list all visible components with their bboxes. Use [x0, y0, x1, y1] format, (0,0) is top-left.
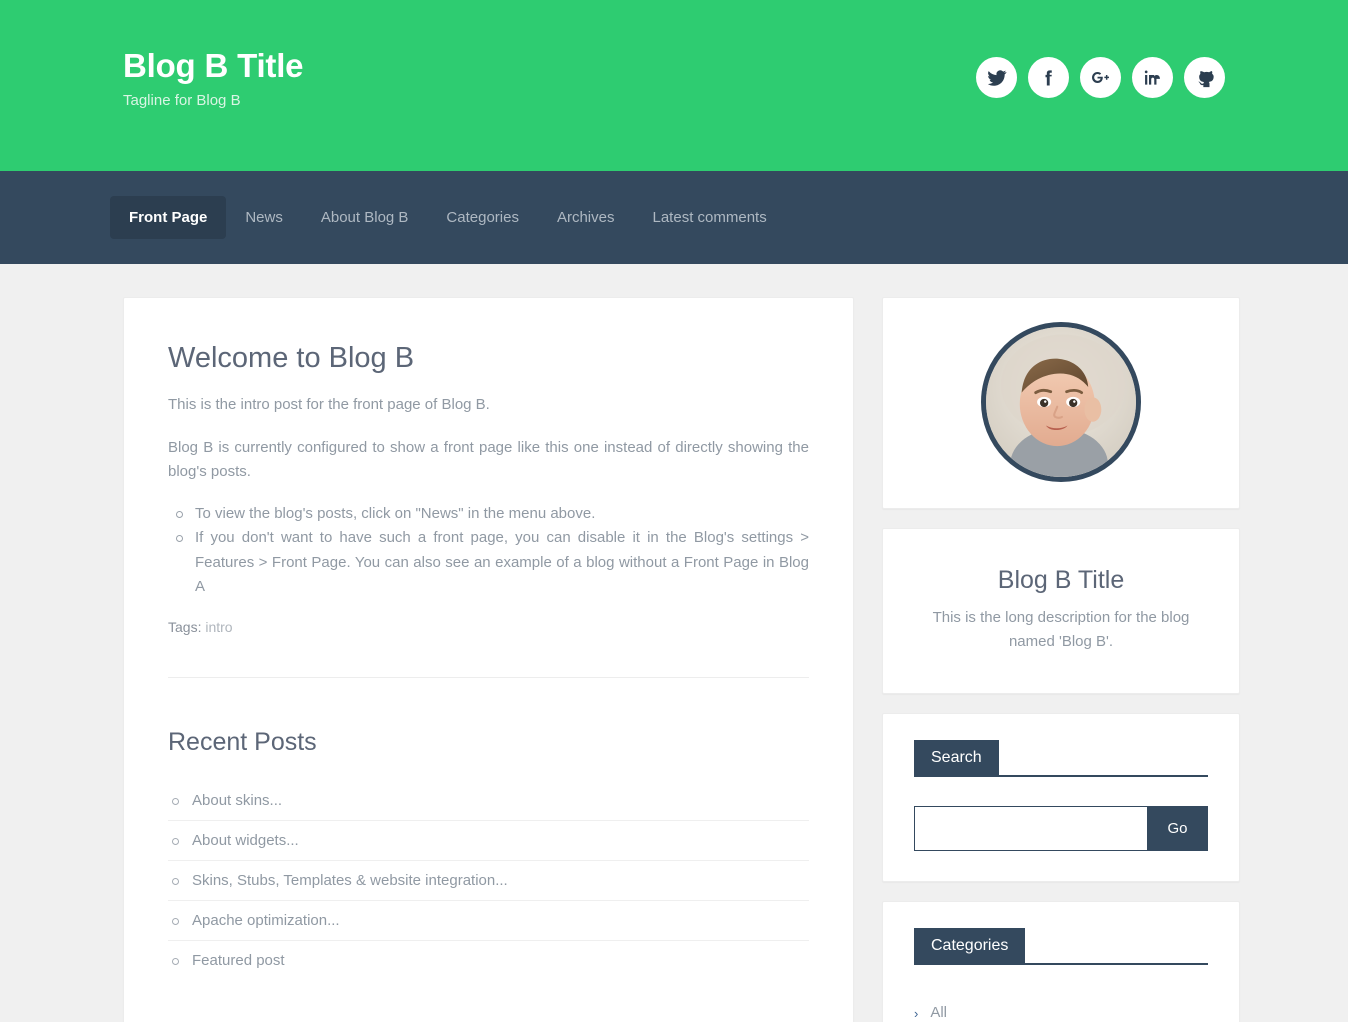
site-header: Blog B Title Tagline for Blog B	[0, 0, 1348, 171]
nav-link-latest-comments[interactable]: Latest comments	[634, 196, 786, 239]
tag-link-intro[interactable]: intro	[205, 619, 232, 635]
list-item[interactable]: › All	[914, 994, 1208, 1022]
list-item[interactable]: Apache optimization...	[168, 901, 809, 942]
post-bullet-list: To view the blog's posts, click on "News…	[168, 502, 809, 599]
search-submit-button[interactable]: Go	[1147, 806, 1208, 852]
site-title: Blog B Title	[123, 47, 304, 84]
nav-item-latest-comments[interactable]: Latest comments	[634, 196, 786, 239]
categories-widget-body: Categories › All	[883, 902, 1239, 1022]
facebook-icon	[1039, 68, 1059, 88]
content-card: Welcome to Blog B This is the intro post…	[123, 297, 854, 1022]
nav-list: Front Page News About Blog B Categories …	[110, 196, 786, 239]
nav-link-categories[interactable]: Categories	[427, 196, 538, 239]
categories-list: › All	[914, 994, 1208, 1022]
post-title: Welcome to Blog B	[168, 342, 415, 374]
recent-post-link[interactable]: Featured post	[192, 952, 285, 969]
linkedin-link[interactable]	[1132, 57, 1173, 98]
nav-link-about-blog-b[interactable]: About Blog B	[302, 196, 428, 239]
recent-posts-title: Recent Posts	[168, 728, 317, 757]
post-bullet-item: To view the blog's posts, click on "News…	[168, 502, 809, 526]
widget-title-rule	[998, 775, 1208, 778]
nav-link-archives[interactable]: Archives	[538, 196, 634, 239]
social-item-twitter	[976, 57, 1017, 98]
nav-item-about-blog-b[interactable]: About Blog B	[302, 196, 428, 239]
post-tags-label: Tags:	[168, 619, 202, 636]
post-tags: Tags: intro	[168, 619, 809, 635]
about-widget: Blog B Title This is the long descriptio…	[882, 528, 1240, 695]
about-title: Blog B Title	[997, 566, 1125, 594]
widget-title-rule	[1025, 963, 1208, 966]
search-widget-title: Search	[914, 740, 999, 778]
search-input[interactable]	[914, 806, 1147, 852]
list-item[interactable]: Featured post	[168, 941, 809, 980]
avatar-photo	[986, 327, 1136, 477]
github-link[interactable]	[1184, 57, 1225, 98]
list-item[interactable]: About skins...	[168, 781, 809, 822]
header-inner: Blog B Title Tagline for Blog B	[0, 0, 1348, 171]
social-item-linkedin	[1132, 57, 1173, 98]
intro-post: Welcome to Blog B This is the intro post…	[168, 340, 809, 635]
post-bullet-item: If you don't want to have such a front p…	[168, 526, 809, 599]
recent-posts-list: About skins... About widgets... Skins, S…	[168, 781, 809, 980]
recent-posts-widget: Recent Posts About skins... About widget…	[168, 728, 809, 980]
nav-inner: Front Page News About Blog B Categories …	[0, 171, 1348, 264]
nav-item-front-page[interactable]: Front Page	[110, 196, 227, 239]
nav-item-categories[interactable]: Categories	[427, 196, 538, 239]
social-item-facebook	[1028, 57, 1069, 98]
facebook-link[interactable]	[1028, 57, 1069, 98]
categories-widget-title: Categories	[914, 928, 1026, 966]
page-layout: Welcome to Blog B This is the intro post…	[0, 264, 1348, 1022]
linkedin-icon	[1143, 68, 1162, 87]
list-item[interactable]: About widgets...	[168, 821, 809, 862]
category-link-all[interactable]: All	[930, 994, 947, 1022]
social-item-google-plus	[1080, 57, 1121, 98]
nav-link-news[interactable]: News	[226, 196, 302, 239]
social-links	[976, 0, 1225, 98]
recent-post-link[interactable]: Skins, Stubs, Templates & website integr…	[192, 872, 508, 889]
categories-widget-header: Categories	[914, 928, 1208, 966]
recent-post-link[interactable]: About skins...	[192, 792, 282, 809]
section-divider	[168, 677, 809, 679]
twitter-link[interactable]	[976, 57, 1017, 98]
sidebar: Blog B Title This is the long descriptio…	[882, 297, 1240, 1022]
github-icon	[1195, 68, 1215, 88]
search-widget: Search Go	[882, 713, 1240, 883]
main-navigation: Front Page News About Blog B Categories …	[0, 171, 1348, 264]
nav-item-news[interactable]: News	[226, 196, 302, 239]
search-widget-body: Search Go	[883, 714, 1239, 881]
post-paragraph-1: This is the intro post for the front pag…	[168, 396, 490, 414]
social-item-github	[1184, 57, 1225, 98]
nav-link-front-page[interactable]: Front Page	[110, 196, 227, 239]
post-paragraph-2: Blog B is currently configured to show a…	[168, 438, 809, 480]
search-widget-header: Search	[914, 740, 1208, 778]
avatar	[981, 322, 1141, 482]
about-description: This is the long description for the blo…	[932, 609, 1190, 650]
recent-post-link[interactable]: Apache optimization...	[192, 912, 340, 929]
brand: Blog B Title Tagline for Blog B	[123, 0, 304, 109]
categories-widget: Categories › All	[882, 901, 1240, 1022]
avatar-widget	[882, 297, 1240, 509]
list-item[interactable]: Skins, Stubs, Templates & website integr…	[168, 861, 809, 902]
search-form: Go	[914, 806, 1208, 852]
recent-post-link[interactable]: About widgets...	[192, 832, 299, 849]
nav-item-archives[interactable]: Archives	[538, 196, 634, 239]
google-plus-link[interactable]	[1080, 57, 1121, 98]
site-tagline: Tagline for Blog B	[123, 91, 241, 109]
chevron-right-icon: ›	[914, 1005, 919, 1021]
twitter-icon	[987, 68, 1007, 88]
google-plus-icon	[1090, 67, 1111, 88]
main-content: Welcome to Blog B This is the intro post…	[123, 297, 854, 1022]
